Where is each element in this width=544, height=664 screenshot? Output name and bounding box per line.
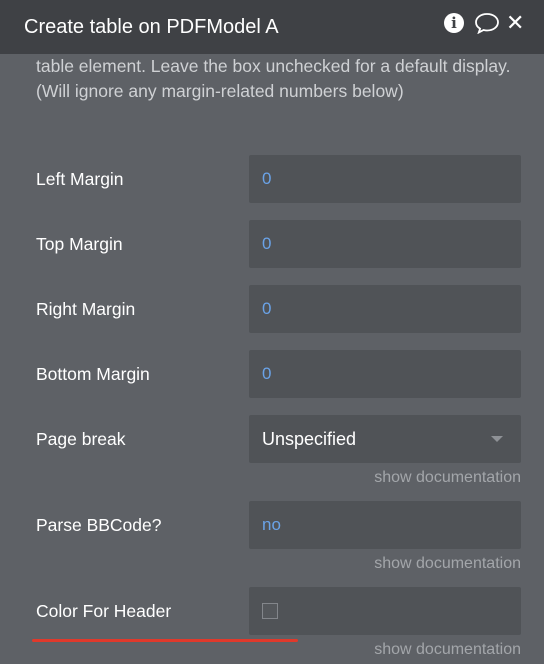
color-for-header-checkbox[interactable] [262, 603, 278, 619]
close-icon[interactable]: ✕ [506, 12, 524, 34]
left-margin-input[interactable]: 0 [249, 155, 521, 203]
bottom-margin-input[interactable]: 0 [249, 350, 521, 398]
top-margin-input[interactable]: 0 [249, 220, 521, 268]
color-for-header-field [249, 587, 521, 635]
bottom-margin-value: 0 [262, 364, 272, 383]
header-actions: i ✕ [444, 12, 524, 34]
page-break-label: Page break [36, 429, 126, 449]
color-for-header-label: Color For Header [36, 601, 172, 621]
parse-bbcode-docs-link[interactable]: show documentation [374, 555, 521, 573]
comment-icon[interactable] [474, 12, 500, 34]
top-margin-label: Top Margin [36, 234, 123, 254]
right-margin-input[interactable]: 0 [249, 285, 521, 333]
info-icon[interactable]: i [444, 13, 464, 33]
page-break-docs-link[interactable]: show documentation [374, 469, 521, 487]
bottom-margin-label: Bottom Margin [36, 364, 150, 384]
parse-bbcode-value: no [262, 515, 281, 534]
left-margin-label: Left Margin [36, 169, 124, 189]
right-margin-value: 0 [262, 299, 272, 318]
chevron-down-icon [491, 436, 503, 442]
panel-title: Create table on PDFModel A [24, 15, 279, 38]
description-text: table element. Leave the box unchecked f… [36, 56, 511, 101]
left-margin-value: 0 [262, 169, 272, 188]
top-margin-value: 0 [262, 234, 272, 253]
parse-bbcode-label: Parse BBCode? [36, 515, 162, 535]
panel-header: Create table on PDFModel A i ✕ [0, 0, 544, 54]
annotation-underline [32, 639, 298, 642]
page-break-dropdown[interactable]: Unspecified [249, 415, 521, 463]
page-break-value: Unspecified [262, 428, 357, 449]
color-for-header-docs-link[interactable]: show documentation [374, 641, 521, 659]
parse-bbcode-dropdown[interactable]: no [249, 501, 521, 549]
right-margin-label: Right Margin [36, 299, 136, 319]
